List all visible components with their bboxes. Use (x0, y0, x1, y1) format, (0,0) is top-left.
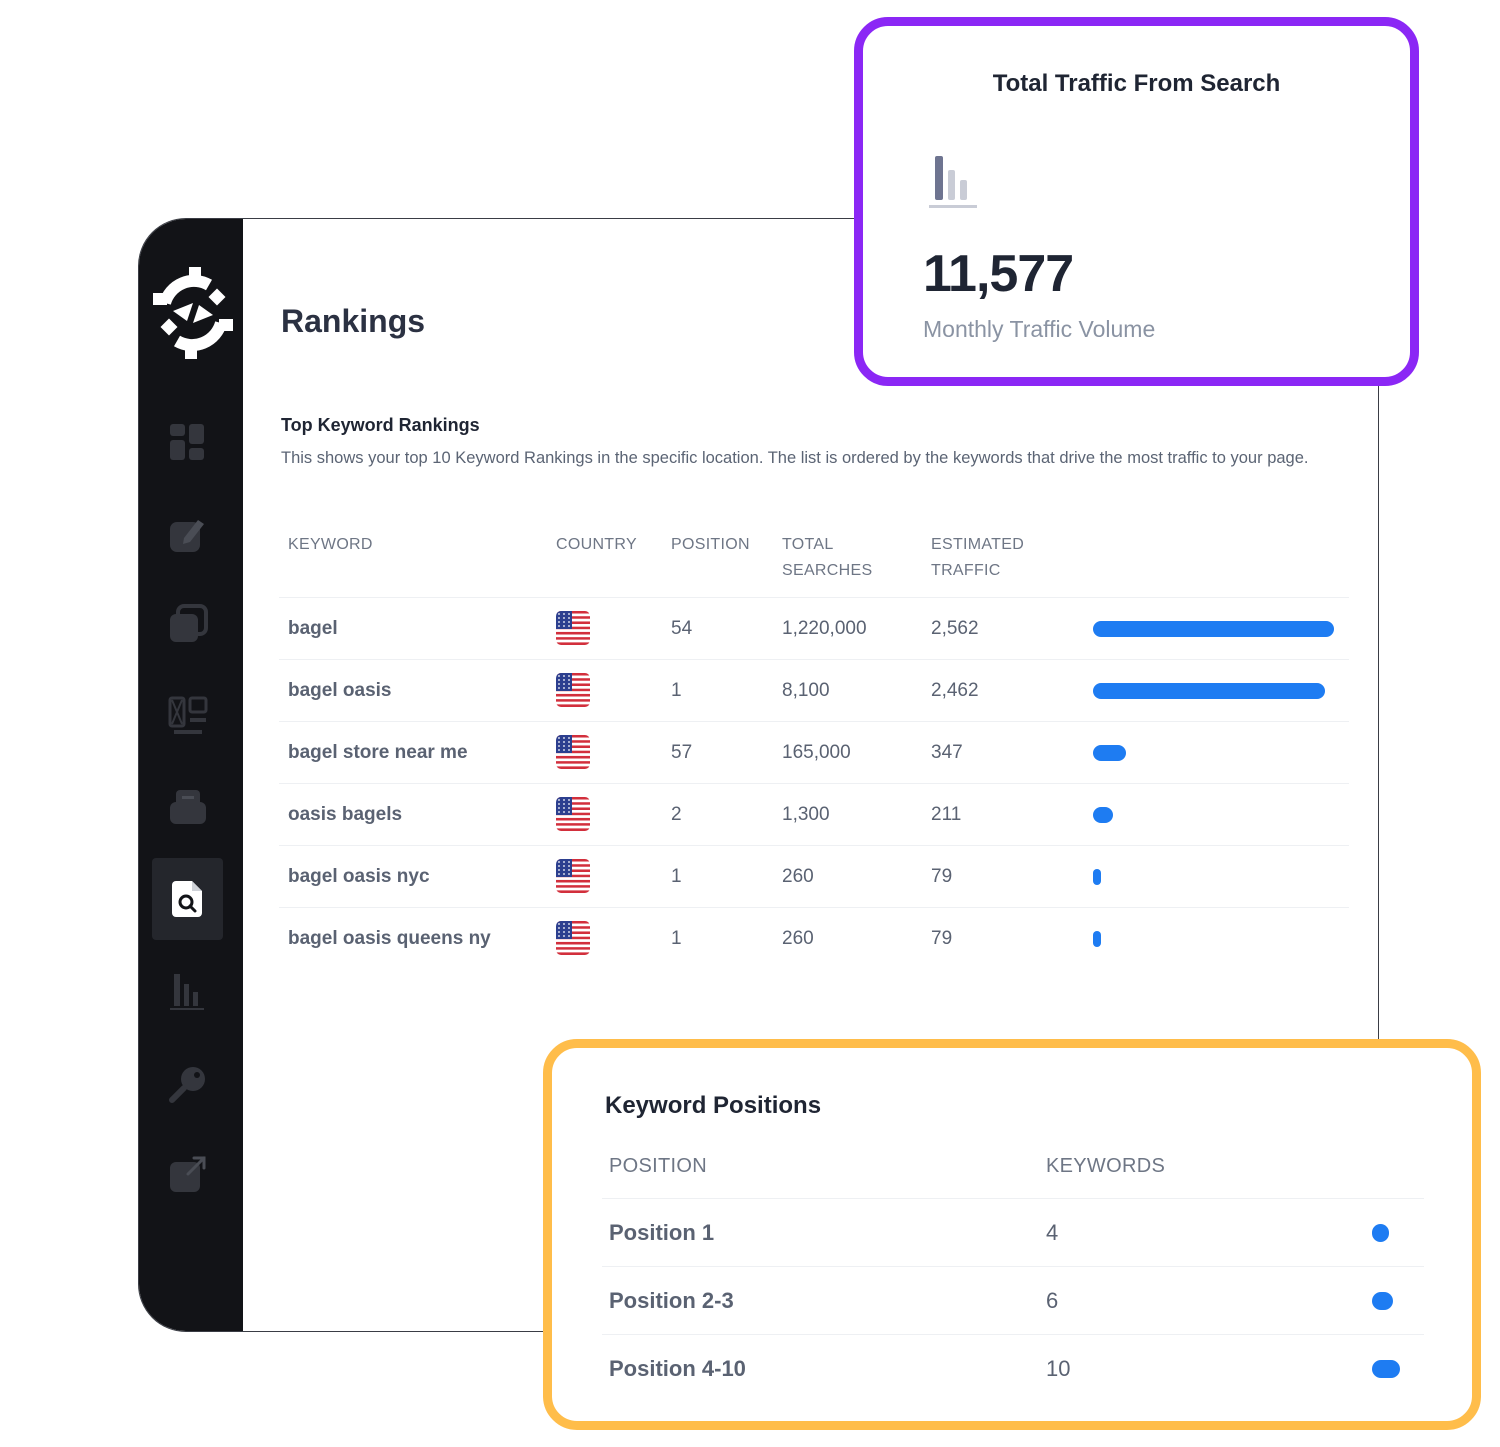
searches-cell: 8,100 (782, 680, 830, 701)
keyword-cell: bagel oasis queens ny (288, 928, 491, 949)
positions-header-position: POSITION (609, 1155, 707, 1177)
position-row[interactable]: Position 4-10 10 (602, 1334, 1424, 1402)
us-flag-icon (556, 611, 590, 645)
us-flag-icon (556, 673, 590, 707)
column-header-total-line2: SEARCHES (782, 562, 873, 579)
us-flag-icon (556, 921, 590, 955)
keywords-count: 10 (1046, 1356, 1071, 1381)
position-cell: 1 (671, 866, 682, 887)
keywords-bar (1372, 1360, 1400, 1378)
column-header-total-searches[interactable]: TOTAL SEARCHES (782, 532, 872, 584)
traffic-bar (1093, 931, 1101, 947)
position-label: Position 1 (609, 1220, 715, 1245)
layout-icon (168, 696, 207, 734)
position-label: Position 2-3 (609, 1288, 734, 1313)
column-header-country[interactable]: COUNTRY (556, 532, 637, 558)
position-label: Position 4-10 (609, 1356, 746, 1381)
dashboard-icon (169, 424, 204, 460)
sidebar-item-rankings[interactable] (152, 858, 223, 940)
sidebar-item-inbox[interactable] (152, 767, 223, 849)
traffic-bar (1093, 621, 1334, 637)
searches-cell: 1,220,000 (782, 618, 867, 639)
keywords-count: 4 (1046, 1220, 1059, 1245)
keyword-cell: bagel (288, 618, 338, 639)
table-row[interactable]: bagel oasis 1 8,100 2,462 (279, 659, 1349, 721)
sidebar-item-keys[interactable] (152, 1043, 223, 1125)
sidebar (139, 219, 243, 1331)
position-cell: 57 (671, 742, 693, 763)
column-header-total-line1: TOTAL (782, 536, 834, 553)
table-row[interactable]: bagel store near me 57 165,000 347 (279, 721, 1349, 783)
sidebar-item-dashboard[interactable] (152, 401, 223, 483)
column-header-estimated-traffic[interactable]: ESTIMATED TRAFFIC (931, 532, 1024, 584)
section-description: This shows your top 10 Keyword Rankings … (281, 449, 1309, 467)
traffic-cell: 79 (931, 928, 953, 949)
pages-icon (169, 604, 208, 642)
us-flag-icon (556, 859, 590, 893)
edit-icon (169, 520, 204, 552)
searches-cell: 260 (782, 866, 814, 887)
sidebar-item-export[interactable] (152, 1133, 223, 1215)
traffic-cell: 211 (931, 804, 962, 825)
traffic-card-title: Total Traffic From Search (992, 70, 1281, 97)
keyword-cell: bagel store near me (288, 742, 468, 763)
column-header-estimated-line1: ESTIMATED (931, 536, 1025, 553)
searches-cell: 165,000 (782, 742, 851, 763)
position-cell: 1 (671, 680, 682, 701)
positions-card-title: Keyword Positions (605, 1092, 822, 1119)
traffic-cell: 347 (931, 742, 963, 763)
bar-chart-icon (169, 974, 204, 1010)
keyword-positions-card: Keyword Positions POSITION KEYWORDS Posi… (543, 1039, 1481, 1430)
position-cell: 2 (671, 804, 682, 825)
column-header-position[interactable]: POSITION (671, 532, 750, 558)
keyword-cell: bagel oasis (288, 680, 392, 701)
traffic-bar (1093, 807, 1113, 823)
position-row[interactable]: Position 2-3 6 (602, 1266, 1424, 1334)
inbox-icon (169, 790, 206, 824)
bar-chart-icon (929, 156, 977, 208)
table-row[interactable]: bagel 54 1,220,000 2,562 (279, 597, 1349, 659)
traffic-cell: 2,562 (931, 618, 979, 639)
sidebar-item-edit[interactable] (152, 493, 223, 575)
keyword-cell: bagel oasis nyc (288, 866, 430, 887)
page-title: Rankings (281, 303, 426, 339)
keywords-bar (1372, 1224, 1389, 1242)
traffic-cell: 79 (931, 866, 953, 887)
us-flag-icon (556, 735, 590, 769)
external-link-icon (169, 1156, 205, 1192)
sidebar-item-layout[interactable] (152, 675, 223, 757)
keyword-cell: oasis bagels (288, 804, 403, 825)
searches-cell: 260 (782, 928, 814, 949)
search-document-icon (171, 881, 202, 917)
traffic-cell: 2,462 (931, 680, 979, 701)
traffic-value: 11,577 (923, 245, 1074, 303)
column-header-keyword[interactable]: KEYWORD (288, 532, 373, 558)
table-row[interactable]: oasis bagels 2 1,300 211 (279, 783, 1349, 845)
traffic-bar (1093, 869, 1101, 885)
sidebar-item-analytics[interactable] (152, 951, 223, 1033)
key-icon (168, 1067, 205, 1103)
table-row[interactable]: bagel oasis nyc 1 260 79 (279, 845, 1349, 907)
table-row[interactable]: bagel oasis queens ny 1 260 79 (279, 907, 1349, 969)
traffic-label: Monthly Traffic Volume (923, 316, 1156, 342)
keywords-count: 6 (1046, 1288, 1059, 1313)
keywords-bar (1372, 1292, 1393, 1310)
sidebar-item-pages[interactable] (152, 583, 223, 665)
position-row[interactable]: Position 1 4 (602, 1198, 1424, 1266)
positions-header-keywords: KEYWORDS (1046, 1155, 1166, 1177)
column-header-estimated-line2: TRAFFIC (931, 562, 1001, 579)
us-flag-icon (556, 797, 590, 831)
traffic-bar (1093, 745, 1126, 761)
traffic-card: Total Traffic From Search 11,577 Monthly… (854, 17, 1419, 386)
logo-icon (153, 267, 233, 359)
position-cell: 1 (671, 928, 682, 949)
position-cell: 54 (671, 618, 693, 639)
section-title: Top Keyword Rankings (281, 415, 480, 435)
traffic-bar (1093, 683, 1325, 699)
searches-cell: 1,300 (782, 804, 830, 825)
